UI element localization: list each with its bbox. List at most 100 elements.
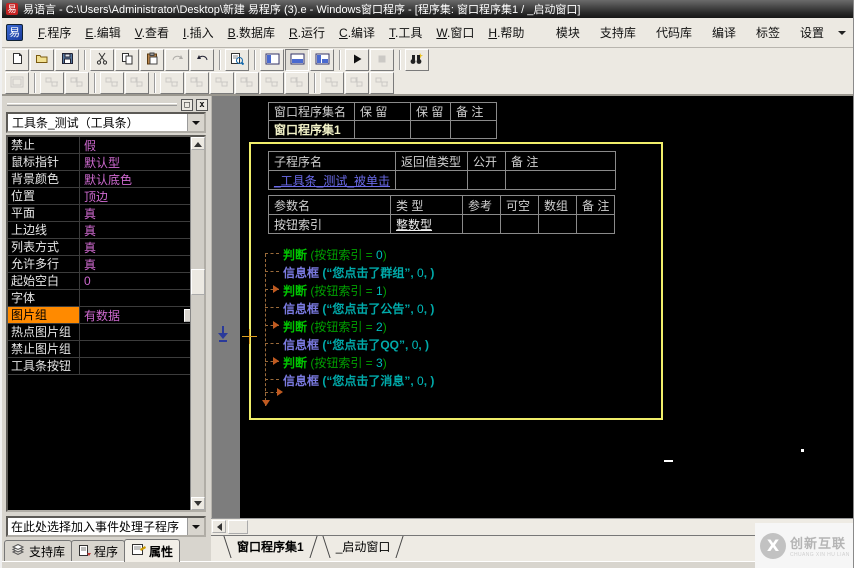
code-end-down-arrow-icon — [262, 400, 270, 410]
table-cell[interactable] — [539, 215, 577, 234]
sheet-tab-窗口程序集1[interactable]: 窗口程序集1 — [221, 536, 320, 558]
layout-bottom-button[interactable] — [285, 49, 309, 71]
sheet-tab-_启动窗口[interactable]: _启动窗口 — [320, 536, 407, 558]
menu-item-5[interactable]: R.运行 — [282, 21, 332, 44]
menu-item-right-2[interactable]: 代码库 — [646, 21, 702, 44]
object-selector-combo[interactable]: 工具条_测试（工具条） — [6, 112, 206, 133]
property-row-上边线[interactable]: 上边线真 — [8, 222, 204, 239]
scroll-down-icon[interactable] — [191, 497, 205, 510]
run-button[interactable] — [345, 49, 369, 71]
preview-icon — [230, 52, 244, 68]
undo-icon — [196, 53, 209, 68]
table-cell[interactable] — [396, 171, 468, 190]
same-width-button — [320, 72, 344, 94]
new-file-button[interactable] — [5, 49, 29, 71]
toolbar-separator — [219, 50, 221, 70]
menu-item-6[interactable]: C.编译 — [332, 21, 382, 44]
table-cell[interactable]: 整数型 — [391, 215, 463, 234]
menu-item-1[interactable]: E.编辑 — [78, 21, 127, 44]
table-cell[interactable] — [468, 171, 506, 190]
property-row-图片组[interactable]: 图片组有数据... — [8, 307, 204, 324]
menu-item-right-1[interactable]: 支持库 — [590, 21, 646, 44]
panel-tab-程序[interactable]: 程序 — [71, 540, 125, 562]
paste-button[interactable] — [140, 49, 164, 71]
same-width2-icon — [265, 76, 279, 91]
table-cell[interactable] — [463, 215, 501, 234]
code-step-arrow-icon — [273, 321, 283, 329]
property-row-起始空白[interactable]: 起始空白0 — [8, 273, 204, 290]
code-branch — [265, 379, 279, 380]
table-cell[interactable] — [501, 215, 539, 234]
table-header-cell: 数组 — [539, 196, 577, 215]
table-cell[interactable]: 窗口程序集1 — [269, 121, 355, 139]
save-button[interactable] — [55, 49, 79, 71]
chevron-down-icon[interactable] — [187, 518, 204, 535]
chevron-down-icon[interactable] — [838, 31, 846, 39]
open-file-button[interactable] — [30, 49, 54, 71]
sheet-tab-label: _启动窗口 — [336, 540, 391, 554]
menu-item-right-3[interactable]: 编译 — [702, 21, 746, 44]
subroutine-table[interactable]: 子程序名返回值类型公开备 注_工具条_测试_被单击 — [268, 151, 616, 190]
property-row-禁止[interactable]: 禁止假 — [8, 137, 204, 154]
table-cell[interactable] — [577, 215, 615, 234]
menu-item-0[interactable]: F.程序 — [31, 21, 78, 44]
property-row-背景颜色[interactable]: 背景颜色默认底色 — [8, 171, 204, 188]
property-row-位置[interactable]: 位置顶边 — [8, 188, 204, 205]
menu-item-4[interactable]: B.数据库 — [221, 21, 282, 44]
scrollbar-thumb[interactable] — [228, 520, 248, 534]
new-file-icon — [11, 52, 24, 68]
preview-button[interactable] — [225, 49, 249, 71]
menu-item-right-0[interactable]: 模块 — [546, 21, 590, 44]
scroll-left-icon[interactable] — [212, 520, 226, 533]
form-designer-button — [5, 72, 29, 94]
event-handler-combo[interactable]: 在此处选择加入事件处理子程序 — [6, 516, 206, 537]
code-text: 信息框 (“您点击了公告”, 0, ) — [283, 300, 434, 317]
property-row-禁止图片组[interactable]: 禁止图片组 — [8, 341, 204, 358]
chevron-down-icon[interactable] — [187, 114, 204, 131]
parameter-table[interactable]: 参数名类 型参考可空数组备 注按钮索引整数型 — [268, 195, 615, 234]
menu-item-7[interactable]: T.工具 — [382, 21, 429, 44]
property-scrollbar[interactable] — [190, 137, 204, 510]
menu-item-9[interactable]: H.帮助 — [481, 21, 531, 44]
table-cell[interactable] — [451, 121, 497, 139]
table-cell[interactable] — [506, 171, 616, 190]
layout-left-button[interactable] — [260, 49, 284, 71]
menu-item-2[interactable]: V.查看 — [128, 21, 176, 44]
find-button[interactable] — [405, 49, 429, 71]
table-cell[interactable] — [355, 121, 411, 139]
table-cell[interactable]: _工具条_测试_被单击 — [269, 171, 396, 190]
property-row-字体[interactable]: 字体 — [8, 290, 204, 307]
panel-close-button[interactable]: x — [196, 99, 208, 111]
scroll-up-icon[interactable] — [191, 137, 205, 150]
property-row-工具条按钮[interactable]: 工具条按钮 — [8, 358, 204, 375]
copy-button[interactable] — [115, 49, 139, 71]
menu-item-right-5[interactable]: 设置 — [790, 21, 834, 44]
panel-grip[interactable]: □ x — [4, 98, 211, 111]
property-row-列表方式[interactable]: 列表方式真 — [8, 239, 204, 256]
property-label: 背景颜色 — [8, 171, 80, 187]
property-row-热点图片组[interactable]: 热点图片组 — [8, 324, 204, 341]
property-row-鼠标指针[interactable]: 鼠标指针默认型 — [8, 154, 204, 171]
layout-grid-button[interactable] — [310, 49, 334, 71]
menu-item-right-4[interactable]: 标签 — [746, 21, 790, 44]
cut-button[interactable] — [90, 49, 114, 71]
table-cell[interactable]: 按钮索引 — [269, 215, 391, 234]
panel-tab-属性[interactable]: 属性 — [124, 539, 180, 562]
panel-tab-支持库[interactable]: 支持库 — [4, 540, 72, 562]
panel-restore-button[interactable]: □ — [181, 99, 193, 111]
scrollbar-thumb[interactable] — [191, 269, 205, 295]
table-header-cell: 保 留 — [355, 103, 411, 121]
layout-grid-icon — [315, 53, 330, 68]
property-row-平面[interactable]: 平面真 — [8, 205, 204, 222]
yi-logo-icon: 易 — [6, 24, 23, 41]
same-height2-icon — [290, 76, 304, 91]
table-header-cell: 参考 — [463, 196, 501, 215]
code-block[interactable]: 判断 (按钮索引 = 0)信息框 (“您点击了群组”, 0, )判断 (按钮索引… — [249, 240, 659, 410]
property-row-允许多行[interactable]: 允许多行真 — [8, 256, 204, 273]
title-bar: 易 易语言 - C:\Users\Administrator\Desktop\新… — [2, 0, 854, 18]
undo-button[interactable] — [190, 49, 214, 71]
menu-item-8[interactable]: W.窗口 — [429, 21, 481, 44]
menu-item-3[interactable]: I.插入 — [176, 21, 221, 44]
assembly-table[interactable]: 窗口程序集名保 留保 留备 注窗口程序集1 — [268, 102, 497, 139]
table-cell[interactable] — [411, 121, 451, 139]
